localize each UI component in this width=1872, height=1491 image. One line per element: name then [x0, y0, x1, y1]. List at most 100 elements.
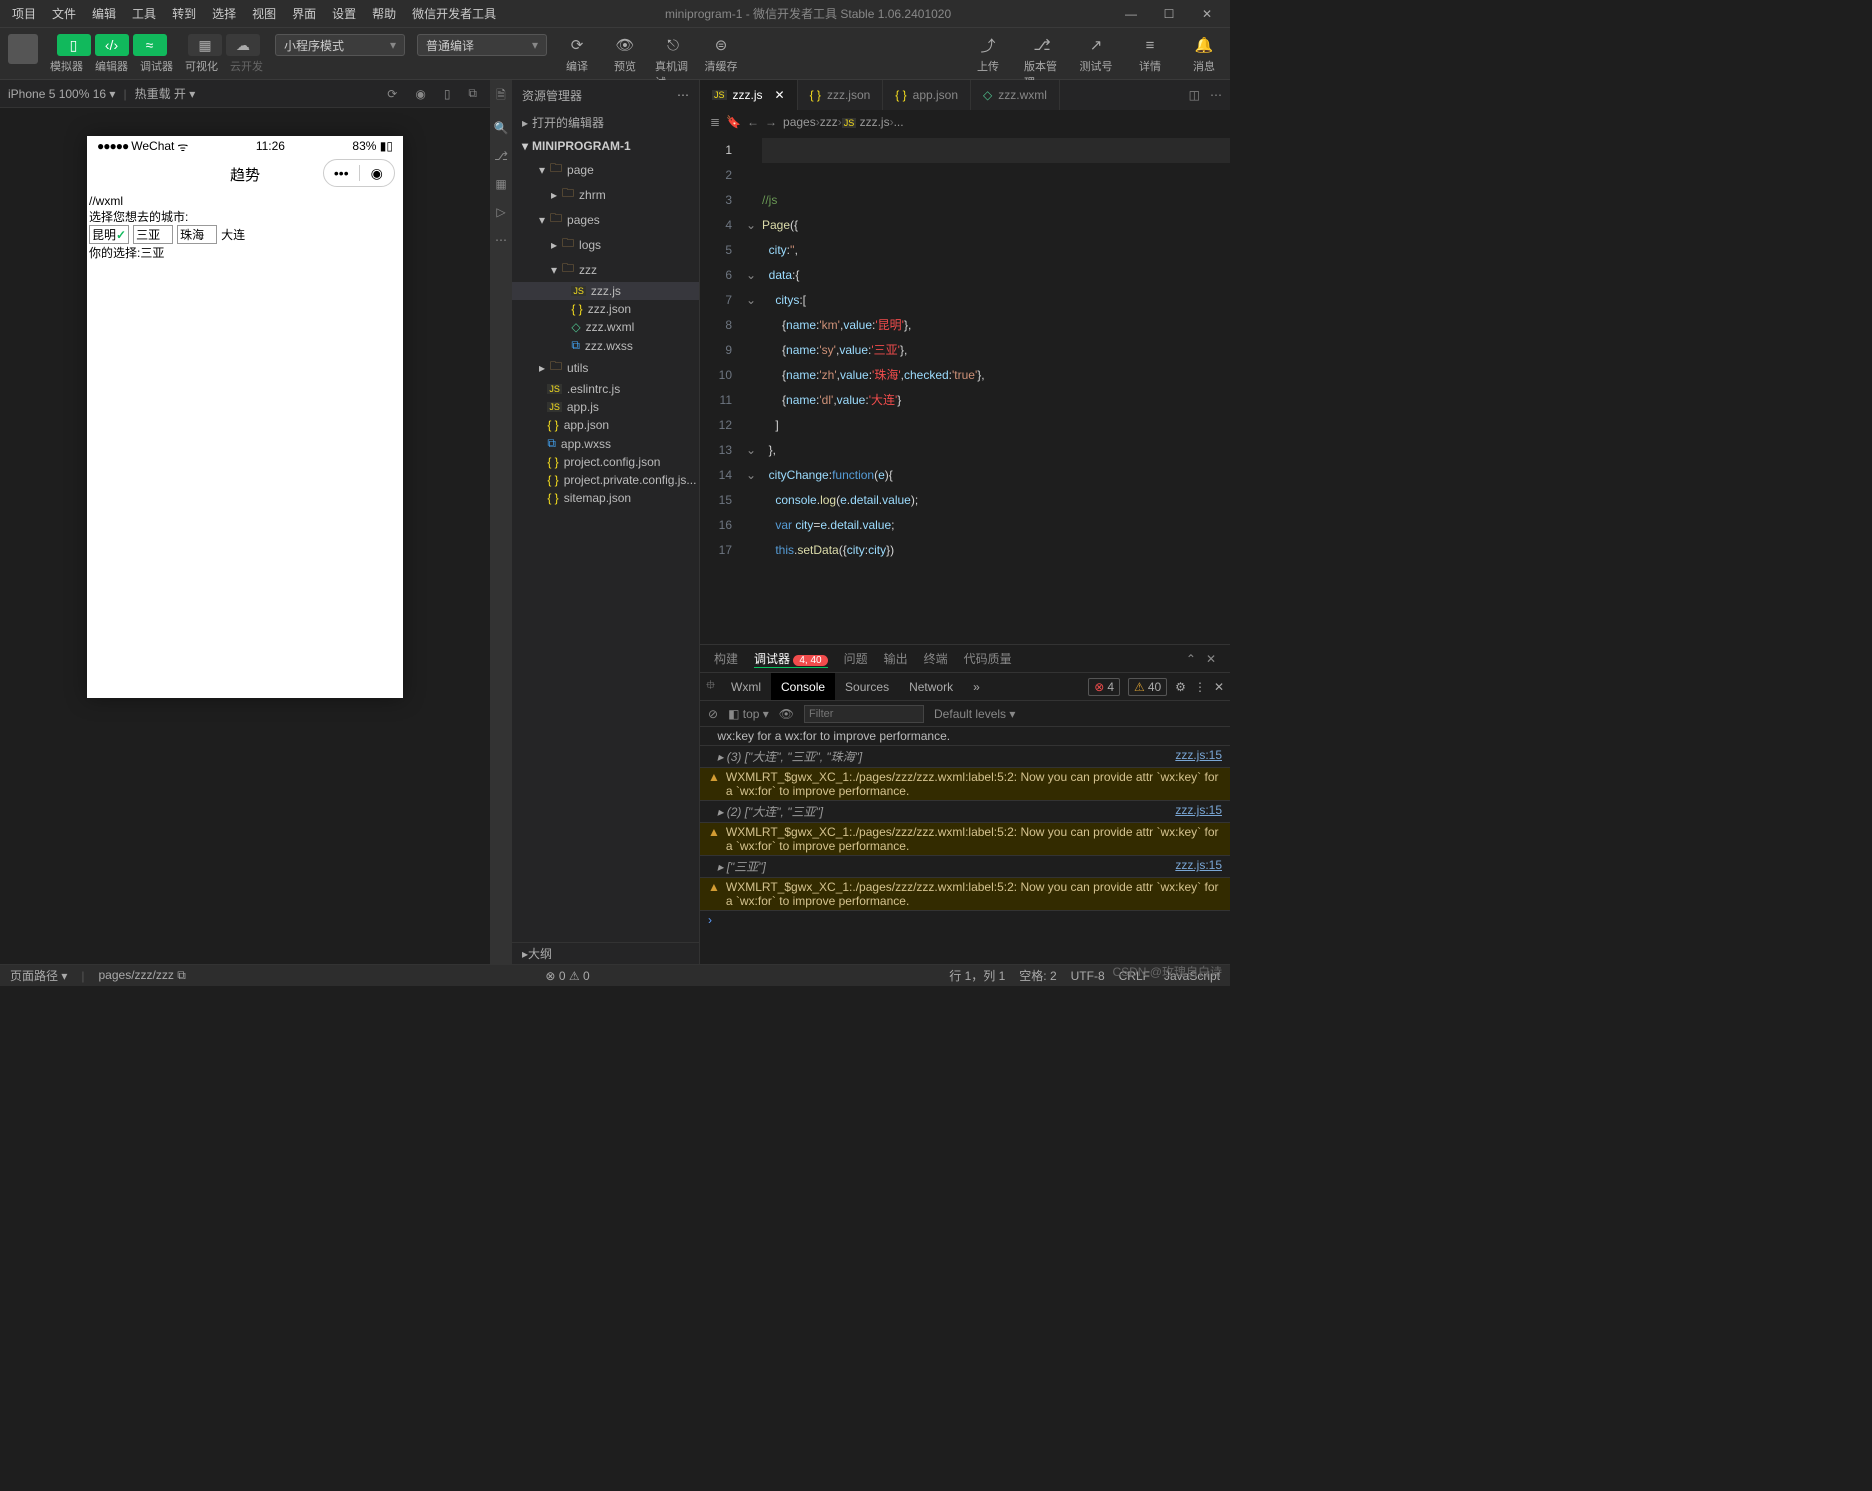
editor-tab[interactable]: JS zzz.js✕	[700, 80, 798, 110]
breadcrumb[interactable]: ≣ 🔖 ← → pages›zzz›JS zzz.js›...	[700, 110, 1230, 134]
tree-item[interactable]: ⧉ app.wxss	[512, 434, 699, 453]
tree-item[interactable]: ▾ 🗀 zzz	[512, 257, 699, 282]
city-option[interactable]: 珠海	[177, 225, 217, 244]
visual-button[interactable]: ▦	[188, 34, 222, 56]
compile-button[interactable]: ⟳编译	[559, 34, 595, 74]
editor-tab[interactable]: ◇ zzz.wxml	[971, 80, 1060, 110]
panel-tab[interactable]: 构建	[714, 650, 738, 667]
mode-select[interactable]: 小程序模式▾	[275, 34, 405, 56]
devtool-tab[interactable]: Network	[899, 673, 963, 700]
back-icon[interactable]: ←	[747, 115, 759, 129]
city-option[interactable]: 三亚	[133, 225, 173, 244]
status-errors[interactable]: ⊗ 0 ⚠ 0	[545, 969, 589, 983]
device-icon[interactable]: ▯	[439, 87, 456, 101]
editor-tab[interactable]: { } zzz.json	[798, 80, 884, 110]
panel-tab[interactable]: 输出	[884, 650, 908, 667]
console-line[interactable]: wx:key for a wx:for to improve performan…	[700, 727, 1230, 746]
device-select[interactable]: iPhone 5 100% 16 ▾	[8, 87, 115, 101]
maximize-button[interactable]: ☐	[1150, 0, 1188, 28]
collapse-icon[interactable]: ⌃	[1186, 652, 1196, 666]
menu-界面[interactable]: 界面	[284, 3, 324, 25]
devtool-tab[interactable]: Sources	[835, 673, 899, 700]
hotreload-toggle[interactable]: 热重载 开 ▾	[135, 85, 196, 102]
panel-tab[interactable]: 代码质量	[964, 650, 1012, 667]
menu-文件[interactable]: 文件	[44, 3, 84, 25]
menu-转到[interactable]: 转到	[164, 3, 204, 25]
split-icon[interactable]: ◫	[1189, 88, 1200, 102]
tree-item[interactable]: ▸ 🗀 utils	[512, 355, 699, 380]
panel-tab[interactable]: 调试器 4, 40	[754, 650, 828, 668]
tree-item[interactable]: JS .eslintrc.js	[512, 380, 699, 398]
tree-item[interactable]: ▸ 🗀 zhrm	[512, 182, 699, 207]
minimize-button[interactable]: —	[1112, 0, 1150, 28]
tree-item[interactable]: { } project.private.config.js...	[512, 471, 699, 489]
tree-item[interactable]: JS app.js	[512, 398, 699, 416]
tree-item[interactable]: ▾ 🗀 pages	[512, 207, 699, 232]
clear-console-icon[interactable]: ⊘	[708, 707, 718, 721]
editor-tab[interactable]: { } app.json	[883, 80, 971, 110]
close-circle-icon[interactable]: ◉	[360, 165, 395, 182]
project-section[interactable]: ▾ MINIPROGRAM-1	[512, 135, 699, 157]
run-icon[interactable]: ▷	[496, 205, 505, 219]
console-line[interactable]: ▸ ["三亚"]zzz.js:15	[700, 856, 1230, 878]
more-icon[interactable]: ⋯	[677, 88, 689, 102]
gear-icon[interactable]: ⚙	[1175, 680, 1186, 694]
close-panel-icon[interactable]: ✕	[1206, 652, 1216, 666]
console-prompt[interactable]: ›	[700, 911, 1230, 929]
page-path[interactable]: pages/zzz/zzz ⧉	[99, 968, 186, 983]
forward-icon[interactable]: →	[765, 115, 777, 129]
console-line[interactable]: ▸ (2) ["大连", "三亚"]zzz.js:15	[700, 801, 1230, 823]
panel-tab[interactable]: 问题	[844, 650, 868, 667]
code-editor[interactable]: 1234567891011121314151617 ⌄ ⌄⌄ ⌄⌄ //jsPa…	[700, 134, 1230, 644]
tree-item[interactable]: { } app.json	[512, 416, 699, 434]
console-line[interactable]: ▲WXMLRT_$gwx_XC_1:./pages/zzz/zzz.wxml:l…	[700, 768, 1230, 801]
debugger-button[interactable]: ≈	[133, 34, 167, 56]
ext-icon[interactable]: ▦	[495, 177, 506, 191]
tree-item[interactable]: ◇ zzz.wxml	[512, 318, 699, 336]
search-icon[interactable]: 🔍	[494, 121, 509, 135]
explorer-icon[interactable]: 🗎	[496, 86, 506, 107]
tree-item[interactable]: { } project.config.json	[512, 453, 699, 471]
close-button[interactable]: ✕	[1188, 0, 1226, 28]
encoding[interactable]: UTF-8	[1071, 969, 1105, 983]
tree-item[interactable]: ▾ 🗀 page	[512, 157, 699, 182]
devtool-tab[interactable]: Wxml	[721, 673, 771, 700]
list-icon[interactable]: ≣	[710, 115, 720, 129]
menu-选择[interactable]: 选择	[204, 3, 244, 25]
inspect-icon[interactable]: ⯐	[706, 676, 721, 697]
menu-icon[interactable]: •••	[324, 165, 359, 181]
tree-item[interactable]: JS zzz.js	[512, 282, 699, 300]
menu-视图[interactable]: 视图	[244, 3, 284, 25]
city-option[interactable]: 大连	[221, 226, 245, 243]
stop-icon[interactable]: ◉	[410, 87, 430, 101]
console-line[interactable]: ▸ (3) ["大连", "三亚", "珠海"]zzz.js:15	[700, 746, 1230, 768]
more-icon[interactable]: ⋯	[495, 233, 507, 247]
menu-帮助[interactable]: 帮助	[364, 3, 404, 25]
eye-icon[interactable]: 👁	[779, 707, 794, 721]
simulator-button[interactable]: ▯	[57, 34, 91, 56]
devtool-tab[interactable]: Console	[771, 673, 835, 700]
opened-editors-section[interactable]: ▸ 打开的编辑器	[512, 110, 699, 135]
spaces[interactable]: 空格: 2	[1019, 967, 1056, 984]
close-tab-icon[interactable]: ✕	[775, 88, 785, 102]
tree-item[interactable]: { } sitemap.json	[512, 489, 699, 507]
editor-button[interactable]: ‹/›	[95, 34, 129, 56]
page-path-label[interactable]: 页面路径 ▾	[10, 967, 67, 984]
tree-item[interactable]: ⧉ zzz.wxss	[512, 336, 699, 355]
filter-input[interactable]	[804, 705, 924, 723]
popout-icon[interactable]: ⧉	[463, 86, 482, 101]
console-line[interactable]: ▲WXMLRT_$gwx_XC_1:./pages/zzz/zzz.wxml:l…	[700, 823, 1230, 856]
outline-section[interactable]: ▸ 大纲	[512, 942, 699, 964]
refresh-icon[interactable]: ⟳	[382, 87, 402, 101]
compile-mode-select[interactable]: 普通编译▾	[417, 34, 547, 56]
menu-编辑[interactable]: 编辑	[84, 3, 124, 25]
cursor-pos[interactable]: 行 1，列 1	[949, 967, 1005, 984]
avatar[interactable]	[8, 34, 38, 64]
scm-icon[interactable]: ⎇	[494, 149, 508, 163]
menu-项目[interactable]: 项目	[4, 3, 44, 25]
levels-select[interactable]: Default levels ▾	[934, 707, 1015, 721]
context-select[interactable]: ◧ top ▾	[728, 707, 769, 721]
menu-设置[interactable]: 设置	[324, 3, 364, 25]
bookmark-icon[interactable]: 🔖	[726, 115, 741, 129]
city-option[interactable]: 昆明 ✓	[89, 225, 129, 244]
